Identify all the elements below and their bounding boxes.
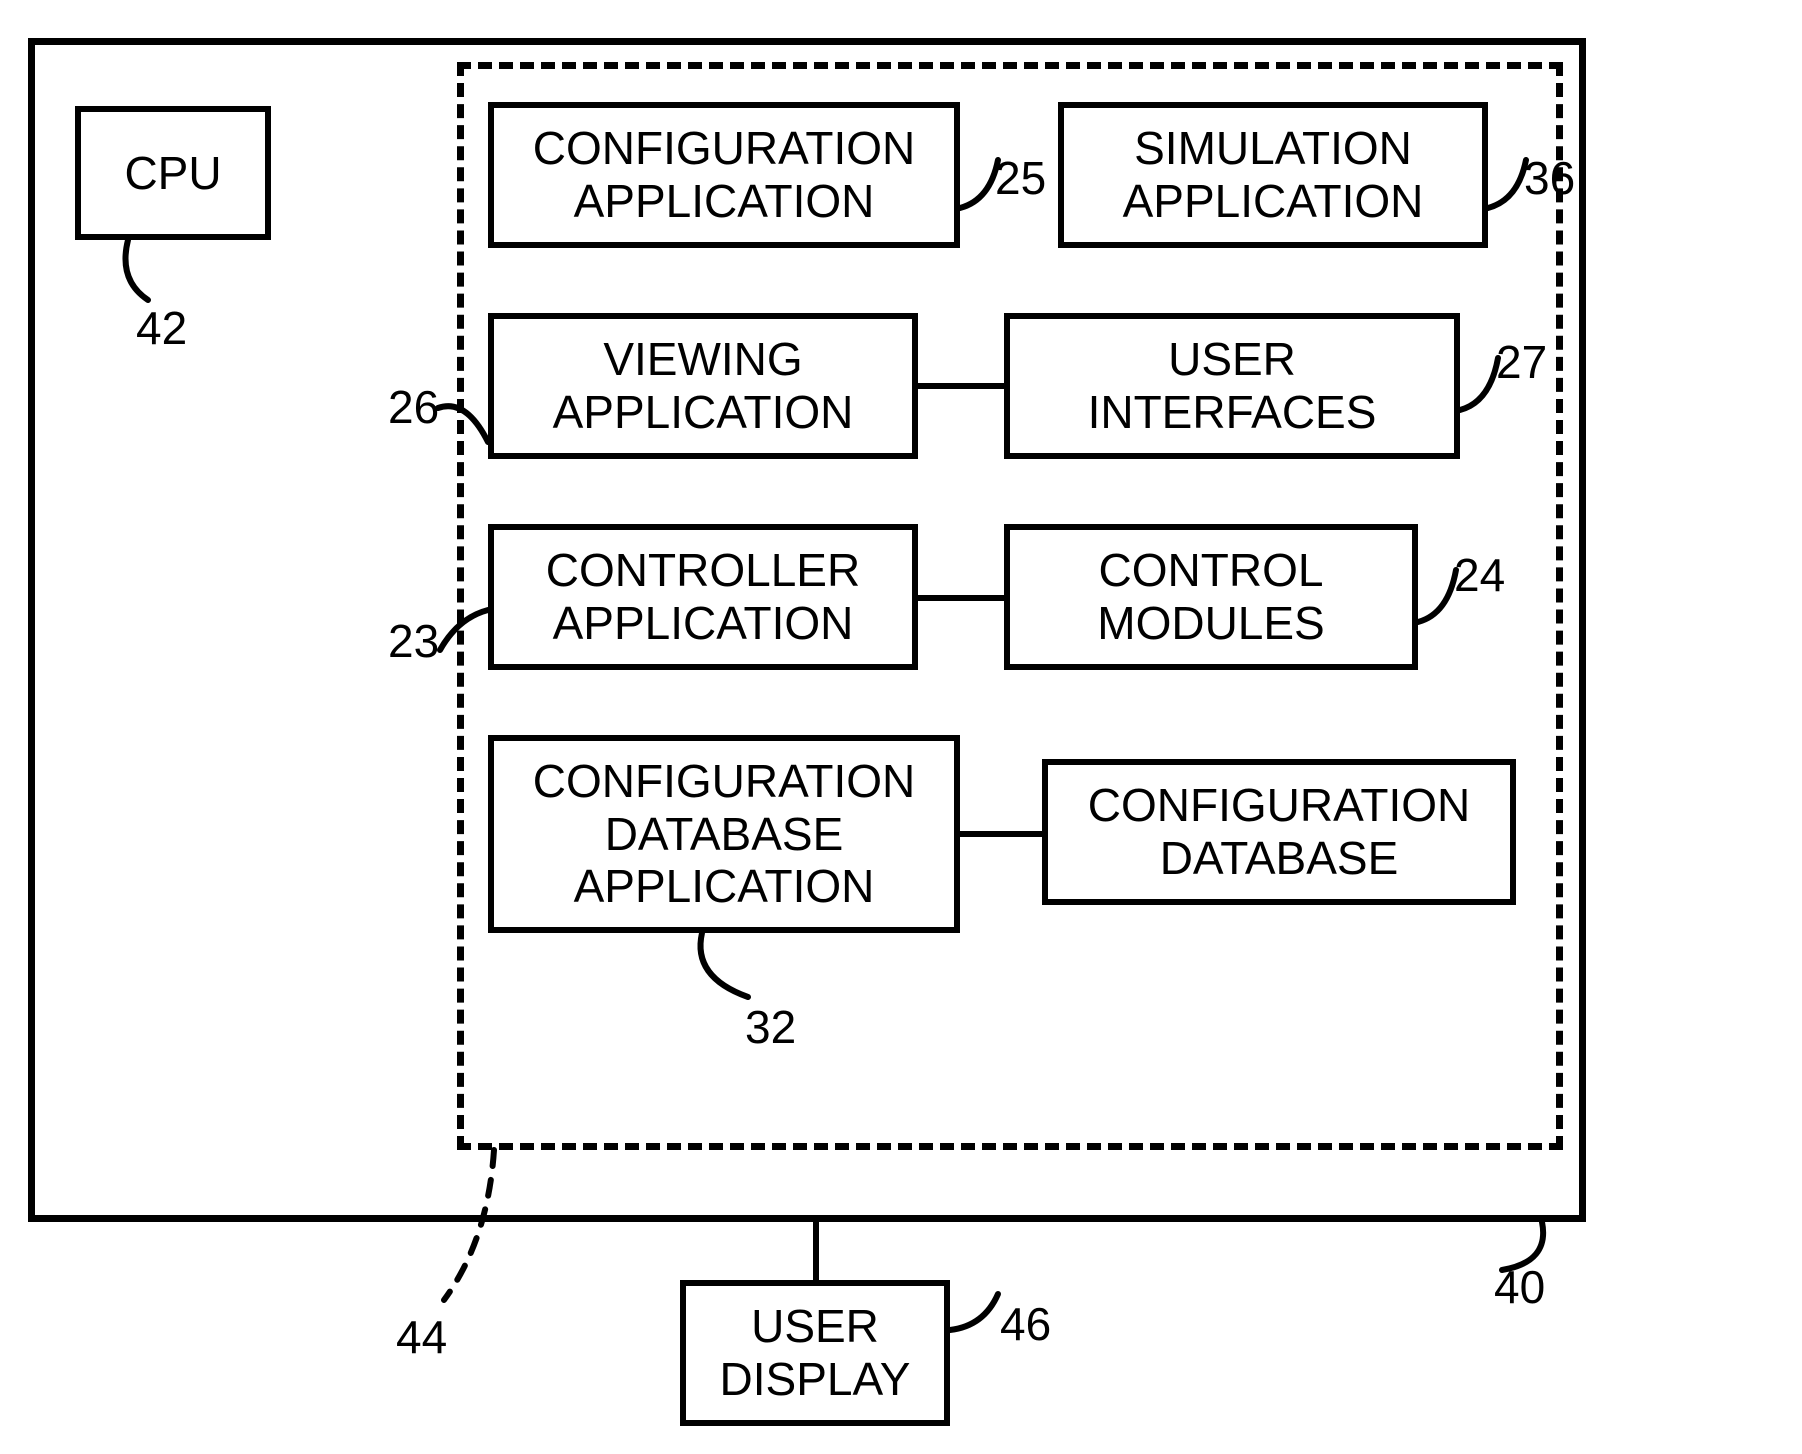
- connector-row4: [960, 828, 1042, 848]
- cfg-db-box: CONFIGURATION DATABASE: [1042, 759, 1516, 905]
- cpu-box: CPU: [75, 106, 271, 240]
- cpu-label: CPU: [124, 147, 221, 200]
- sim-app-label: SIMULATION APPLICATION: [1074, 122, 1472, 228]
- ref-ctrl-app: 23: [388, 614, 439, 668]
- ref-outer: 40: [1494, 1260, 1545, 1314]
- cfg-db-app-label: CONFIGURATION DATABASE APPLICATION: [504, 755, 944, 914]
- connector-row3: [918, 592, 1004, 612]
- config-app-label: CONFIGURATION APPLICATION: [504, 122, 944, 228]
- ref-user-disp: 46: [1000, 1297, 1051, 1351]
- cfg-db-app-box: CONFIGURATION DATABASE APPLICATION: [488, 735, 960, 933]
- sim-app-box: SIMULATION APPLICATION: [1058, 102, 1488, 248]
- diagram-canvas: CPU CONFIGURATION APPLICATION SIMULATION…: [0, 0, 1802, 1454]
- ref-cpu: 42: [136, 301, 187, 355]
- ref-config-app: 25: [995, 151, 1046, 205]
- ref-view-app: 26: [388, 380, 439, 434]
- user-disp-box: USER DISPLAY: [680, 1280, 950, 1426]
- user-if-label: USER INTERFACES: [1020, 333, 1444, 439]
- user-if-box: USER INTERFACES: [1004, 313, 1460, 459]
- cfg-db-label: CONFIGURATION DATABASE: [1058, 779, 1500, 885]
- connector-userdisp: [810, 1222, 830, 1280]
- config-app-box: CONFIGURATION APPLICATION: [488, 102, 960, 248]
- ref-user-if: 27: [1496, 335, 1547, 389]
- ctrl-mod-box: CONTROL MODULES: [1004, 524, 1418, 670]
- ctrl-app-label: CONTROLLER APPLICATION: [504, 544, 902, 650]
- view-app-box: VIEWING APPLICATION: [488, 313, 918, 459]
- connector-row2: [918, 380, 1004, 400]
- ref-dashed: 44: [396, 1310, 447, 1364]
- ref-ctrl-mod: 24: [1454, 548, 1505, 602]
- ctrl-app-box: CONTROLLER APPLICATION: [488, 524, 918, 670]
- user-disp-label: USER DISPLAY: [696, 1300, 934, 1406]
- ref-cfg-db-app: 32: [745, 1000, 796, 1054]
- ctrl-mod-label: CONTROL MODULES: [1020, 544, 1402, 650]
- ref-sim-app: 36: [1524, 151, 1575, 205]
- view-app-label: VIEWING APPLICATION: [504, 333, 902, 439]
